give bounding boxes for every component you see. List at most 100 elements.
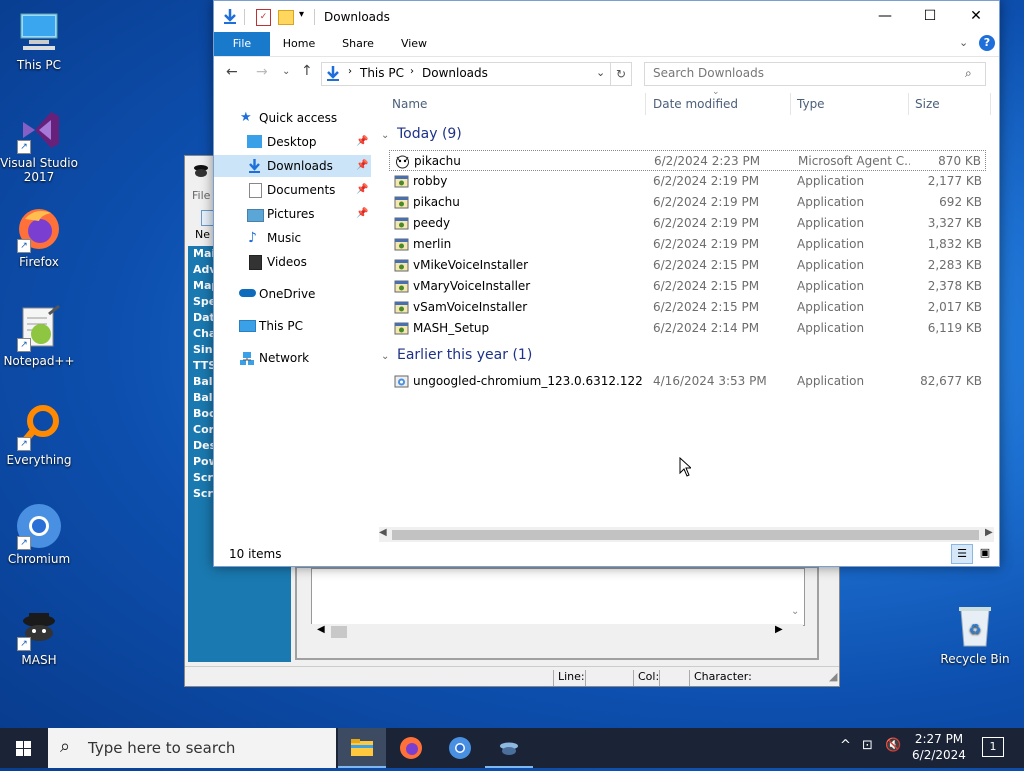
collapse-chevron-icon[interactable]: ⌄ <box>381 347 393 367</box>
properties-icon[interactable]: ✓ <box>256 9 271 26</box>
title-bar[interactable]: ✓ ▾ Downloads — ☐ ✕ <box>214 1 999 32</box>
file-row[interactable]: vSamVoiceInstaller 6/2/2024 2:15 PM Appl… <box>389 297 986 318</box>
minimize-button[interactable]: — <box>862 1 908 32</box>
details-view-icon[interactable]: ☰ <box>951 544 973 564</box>
file-row[interactable]: pikachu 6/2/2024 2:19 PM Application 692… <box>389 192 986 213</box>
file-date: 6/2/2024 2:19 PM <box>653 174 760 188</box>
up-arrow-icon[interactable]: ↑ <box>301 63 313 79</box>
scroll-thumb[interactable] <box>392 530 979 540</box>
tab-view[interactable]: View <box>390 32 438 56</box>
resize-grip-icon[interactable]: ◢ <box>825 670 837 686</box>
toolbar-new-button[interactable]: Ne <box>195 210 215 242</box>
breadcrumb-separator-icon[interactable]: › <box>410 66 414 77</box>
desktop-icon-this-pc[interactable]: This PC <box>0 8 78 72</box>
quick-access-download-icon[interactable] <box>222 7 238 25</box>
clock[interactable]: 2:27 PM 6/2/2024 <box>910 731 968 763</box>
taskbar-chromium[interactable] <box>436 728 484 768</box>
close-button[interactable]: ✕ <box>953 1 999 32</box>
scroll-left-icon[interactable]: ◀ <box>379 527 387 538</box>
search-icon[interactable]: ⌕ <box>965 66 972 81</box>
nav-downloads[interactable]: Downloads 📌 <box>214 155 371 177</box>
notepadpp-icon: ↗ <box>15 304 63 352</box>
status-line: Line: <box>553 670 585 686</box>
file-row[interactable]: merlin 6/2/2024 2:19 PM Application 1,83… <box>389 234 986 255</box>
desktop-icon-visual-studio[interactable]: ↗ Visual Studio 2017 <box>0 106 78 184</box>
pin-icon[interactable]: 📌 <box>356 203 368 225</box>
maximize-button[interactable]: ☐ <box>907 1 953 32</box>
tab-file[interactable]: File <box>214 32 270 56</box>
breadcrumb-this-pc[interactable]: This PC <box>360 66 404 80</box>
nav-pictures[interactable]: Pictures 📌 <box>214 203 371 225</box>
volume-muted-icon[interactable]: 🔇 <box>885 738 901 753</box>
file-row[interactable]: vMaryVoiceInstaller 6/2/2024 2:15 PM App… <box>389 276 986 297</box>
desktop-icon-mash[interactable]: ↗ MASH <box>0 603 78 667</box>
column-header-size[interactable]: Size <box>909 93 991 115</box>
nav-network[interactable]: Network <box>214 347 371 369</box>
address-bar[interactable]: › This PC › Downloads ⌄ <box>321 62 611 86</box>
desktop-icon-firefox[interactable]: ↗ Firefox <box>0 205 78 269</box>
network-status-icon[interactable]: ⊡ <box>862 738 873 753</box>
desktop-icon-everything[interactable]: ↗ Everything <box>0 403 78 467</box>
taskbar-mash[interactable] <box>485 728 533 768</box>
refresh-button[interactable]: ↻ <box>610 62 632 86</box>
breadcrumb-downloads[interactable]: Downloads <box>422 66 488 80</box>
address-dropdown-chevron-icon[interactable]: ⌄ <box>596 66 605 79</box>
search-input[interactable]: Search Downloads ⌕ <box>644 62 986 86</box>
installer-app-icon <box>394 174 409 189</box>
file-row[interactable]: robby 6/2/2024 2:19 PM Application 2,177… <box>389 171 986 192</box>
help-icon[interactable]: ? <box>979 35 995 51</box>
scroll-right-icon[interactable]: ▶ <box>985 527 993 538</box>
desktop-icon-notepadpp[interactable]: ↗ Notepad++ <box>0 304 78 368</box>
nav-documents[interactable]: Documents 📌 <box>214 179 371 201</box>
file-row[interactable]: MASH_Setup 6/2/2024 2:14 PM Application … <box>389 318 986 339</box>
notification-center-icon[interactable]: 1 <box>982 737 1004 757</box>
large-icons-view-icon[interactable]: ▣ <box>975 544 995 562</box>
tab-share[interactable]: Share <box>334 32 382 56</box>
windows-logo-icon <box>16 741 31 756</box>
horizontal-scrollbar[interactable]: ◀ ▶ <box>379 527 994 542</box>
file-row[interactable]: pikachu 6/2/2024 2:23 PM Microsoft Agent… <box>389 150 986 171</box>
nav-onedrive[interactable]: OneDrive <box>214 283 371 305</box>
taskbar-file-explorer[interactable] <box>338 728 386 768</box>
file-name: vMikeVoiceInstaller <box>413 258 529 272</box>
taskbar-search-box[interactable]: ⌕ Type here to search <box>48 728 336 768</box>
column-header-name[interactable]: Name <box>386 93 646 115</box>
collapse-chevron-icon[interactable]: ⌄ <box>381 126 393 146</box>
nav-music[interactable]: ♪ Music <box>214 227 371 249</box>
group-header-today[interactable]: ⌄ Today (9) <box>381 124 462 144</box>
explorer-window[interactable]: ✓ ▾ Downloads — ☐ ✕ File Home Share View… <box>213 0 1000 567</box>
nav-quick-access[interactable]: ★ Quick access <box>214 107 371 129</box>
breadcrumb-separator-icon[interactable]: › <box>348 66 352 77</box>
start-button[interactable] <box>0 728 48 768</box>
customize-toolbar-chevron-icon[interactable]: ▾ <box>299 9 304 20</box>
desktop-icon-chromium[interactable]: ↗ Chromium <box>0 502 78 566</box>
expand-ribbon-chevron-icon[interactable]: ⌄ <box>959 36 968 49</box>
editor-textarea[interactable] <box>311 568 805 626</box>
file-row[interactable]: peedy 6/2/2024 2:19 PM Application 3,327… <box>389 213 986 234</box>
column-header-type[interactable]: Type <box>791 93 909 115</box>
taskbar-firefox[interactable] <box>387 728 435 768</box>
scroll-left-icon[interactable]: ◀ <box>317 624 325 635</box>
scroll-down-icon[interactable]: ⌄ <box>791 606 799 617</box>
nav-videos[interactable]: Videos <box>214 251 371 273</box>
navigation-pane: ★ Quick access Desktop 📌 Downloads 📌 Doc… <box>214 91 374 531</box>
scroll-right-icon[interactable]: ▶ <box>775 624 783 635</box>
menu-file[interactable]: File <box>192 189 210 202</box>
file-row[interactable]: ungoogled-chromium_123.0.6312.122-1.... … <box>389 371 986 392</box>
new-folder-icon[interactable] <box>278 10 294 25</box>
pin-icon[interactable]: 📌 <box>356 179 368 201</box>
pin-icon[interactable]: 📌 <box>356 131 368 153</box>
nav-this-pc[interactable]: This PC <box>214 315 371 337</box>
editor-hscroll[interactable]: ◀ ▶ <box>311 624 803 640</box>
show-hidden-icons-chevron-icon[interactable]: ^ <box>840 738 851 753</box>
tab-home[interactable]: Home <box>274 32 324 56</box>
forward-arrow-icon[interactable]: → <box>256 64 268 80</box>
file-row[interactable]: vMikeVoiceInstaller 6/2/2024 2:15 PM App… <box>389 255 986 276</box>
group-header-earlier-this-year[interactable]: ⌄ Earlier this year (1) <box>381 345 532 365</box>
back-arrow-icon[interactable]: ← <box>226 64 238 80</box>
pin-icon[interactable]: 📌 <box>356 155 368 177</box>
desktop-icon-recycle-bin[interactable]: ♻ Recycle Bin <box>936 602 1014 666</box>
nav-desktop[interactable]: Desktop 📌 <box>214 131 371 153</box>
recent-locations-chevron-icon[interactable]: ⌄ <box>282 66 290 77</box>
scroll-thumb[interactable] <box>331 626 347 638</box>
